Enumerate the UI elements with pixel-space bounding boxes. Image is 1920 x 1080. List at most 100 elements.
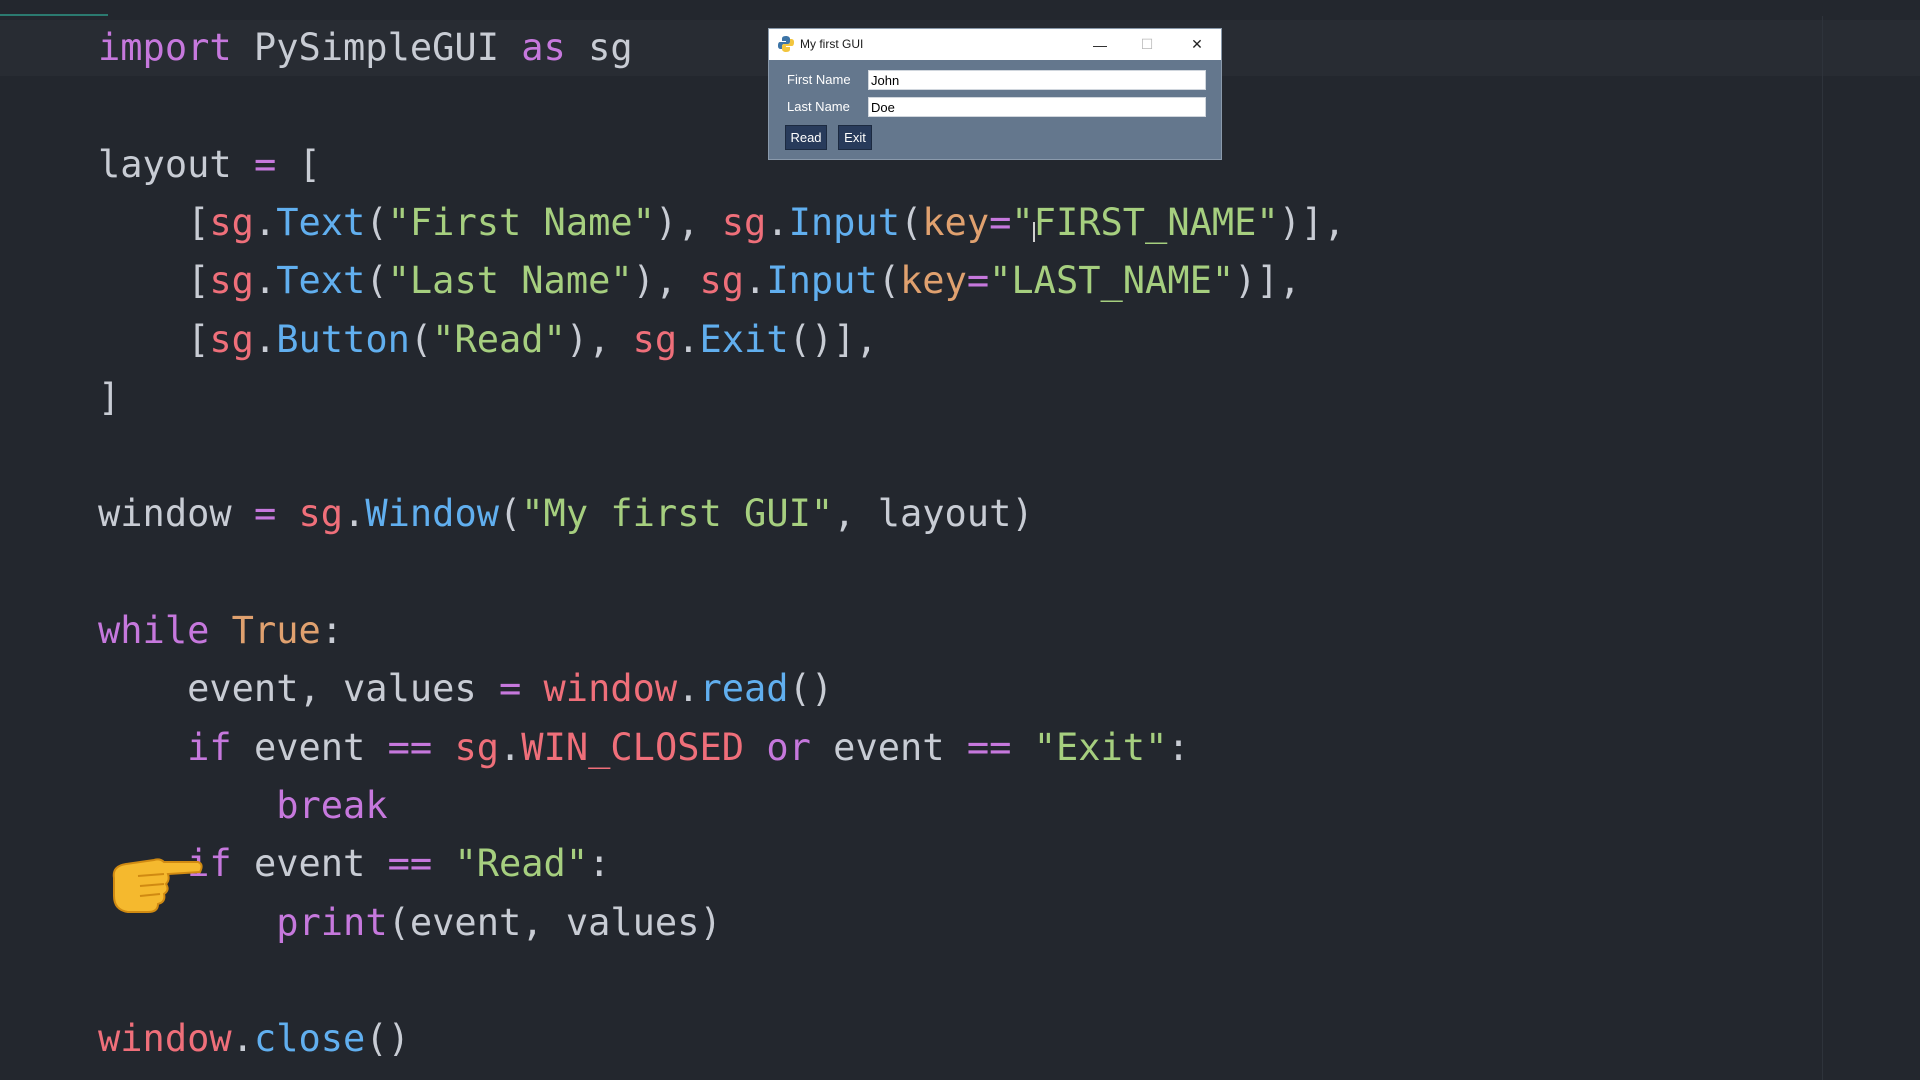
code-token: "Last Name" bbox=[387, 259, 633, 303]
pointing-hand-icon bbox=[112, 858, 203, 913]
code-line[interactable]: ] bbox=[98, 370, 120, 426]
code-token: Input bbox=[788, 200, 900, 244]
read-button[interactable]: Read bbox=[785, 125, 827, 150]
code-token: [ bbox=[98, 317, 210, 361]
code-token: = bbox=[498, 667, 522, 711]
code-line[interactable]: layout = [ bbox=[98, 137, 321, 193]
code-line[interactable]: import PySimpleGUI as sg bbox=[98, 20, 633, 76]
code-token: ( bbox=[900, 200, 923, 244]
code-token: = bbox=[966, 259, 990, 303]
minimize-button[interactable]: — bbox=[1077, 29, 1123, 60]
code-line[interactable]: if event == sg.WIN_CLOSED or event == "E… bbox=[98, 720, 1190, 776]
code-token: "First Name" bbox=[387, 200, 655, 244]
text-cursor-icon bbox=[1033, 222, 1035, 242]
code-token: sg bbox=[699, 259, 745, 303]
code-token: : bbox=[588, 842, 611, 886]
code-token: . bbox=[499, 725, 522, 769]
code-line[interactable]: [sg.Text("Last Name"), sg.Input(key="LAS… bbox=[98, 253, 1301, 309]
code-token: window bbox=[543, 667, 678, 711]
code-token: True bbox=[231, 609, 321, 652]
last-name-input[interactable] bbox=[868, 97, 1206, 117]
code-token: "Exit" bbox=[1033, 725, 1168, 769]
gui-titlebar[interactable]: My first GUI — ☐ ✕ bbox=[769, 29, 1221, 60]
code-token: Input bbox=[766, 259, 878, 303]
code-token: )], bbox=[1234, 259, 1301, 303]
code-token: PySimpleGUI bbox=[231, 26, 522, 69]
code-editor[interactable]: import PySimpleGUI as sg layout = [ [sg.T… bbox=[0, 0, 1920, 1080]
code-token: or bbox=[766, 725, 811, 769]
code-token: (event, values) bbox=[387, 900, 722, 944]
exit-button[interactable]: Exit bbox=[838, 125, 872, 150]
code-line[interactable]: window = sg.Window("My first GUI", layou… bbox=[98, 486, 1034, 542]
active-tab-indicator bbox=[0, 14, 108, 16]
gui-window-title: My first GUI bbox=[800, 37, 864, 51]
first-name-input[interactable] bbox=[868, 70, 1206, 90]
code-token: : bbox=[320, 609, 344, 652]
code-token: == bbox=[966, 725, 1012, 769]
code-token: print bbox=[276, 900, 388, 944]
code-token: key bbox=[900, 259, 967, 303]
code-line[interactable]: break bbox=[98, 778, 388, 834]
code-token: "Read" bbox=[432, 317, 566, 361]
code-token: ), bbox=[632, 259, 700, 303]
code-token: Text bbox=[276, 259, 366, 303]
code-token: ] bbox=[98, 375, 121, 419]
code-token: ( bbox=[365, 200, 388, 244]
code-token: )], bbox=[1278, 200, 1346, 244]
code-token: while bbox=[98, 609, 210, 652]
code-token: : bbox=[1167, 725, 1190, 769]
code-token: ()], bbox=[788, 317, 878, 361]
maximize-button[interactable]: ☐ bbox=[1124, 29, 1170, 60]
code-token: () bbox=[365, 1017, 410, 1061]
code-token: window bbox=[98, 1017, 232, 1061]
first-name-label: First Name bbox=[787, 72, 851, 87]
code-token: ( bbox=[499, 492, 522, 536]
code-token: key bbox=[922, 200, 990, 244]
code-token: () bbox=[788, 667, 834, 711]
code-token: read bbox=[699, 667, 789, 711]
close-button[interactable]: ✕ bbox=[1174, 29, 1220, 60]
code-token: ( bbox=[877, 259, 901, 303]
code-token: break bbox=[276, 783, 388, 827]
code-line[interactable]: event, values = window.read() bbox=[98, 661, 833, 717]
code-token: sg bbox=[209, 259, 254, 303]
code-token: , layout) bbox=[833, 492, 1034, 536]
code-token: == bbox=[387, 842, 433, 886]
code-token: Window bbox=[365, 492, 499, 536]
code-token: event bbox=[231, 842, 388, 886]
code-token: . bbox=[253, 259, 277, 303]
minimap-divider bbox=[1822, 16, 1823, 1080]
code-token: . bbox=[677, 317, 700, 361]
code-token: sg bbox=[565, 26, 633, 69]
code-token: == bbox=[387, 725, 433, 769]
code-line[interactable]: window.close() bbox=[98, 1011, 410, 1067]
code-token: WIN_CLOSED bbox=[521, 725, 745, 769]
code-token: . bbox=[766, 200, 789, 244]
code-token: ), bbox=[654, 200, 722, 244]
code-token: sg bbox=[721, 200, 767, 244]
code-token: sg bbox=[209, 317, 254, 361]
code-line[interactable]: [sg.Text("First Name"), sg.Input(key="FI… bbox=[98, 195, 1346, 251]
code-token: event bbox=[231, 725, 388, 769]
code-token: Button bbox=[276, 317, 410, 361]
code-token: . bbox=[253, 317, 277, 361]
code-line[interactable]: [sg.Button("Read"), sg.Exit()], bbox=[98, 312, 878, 368]
code-token: sg bbox=[632, 317, 678, 361]
code-token: sg bbox=[454, 725, 500, 769]
gui-window[interactable]: My first GUI — ☐ ✕ First Name Last Name … bbox=[768, 28, 1222, 160]
code-token: [ bbox=[98, 259, 210, 303]
code-token: window bbox=[98, 492, 254, 536]
code-token: . bbox=[677, 667, 700, 711]
code-token: sg bbox=[209, 200, 254, 244]
python-icon bbox=[778, 36, 794, 52]
code-token: "Read" bbox=[454, 842, 589, 886]
code-line[interactable]: while True: bbox=[98, 603, 343, 659]
